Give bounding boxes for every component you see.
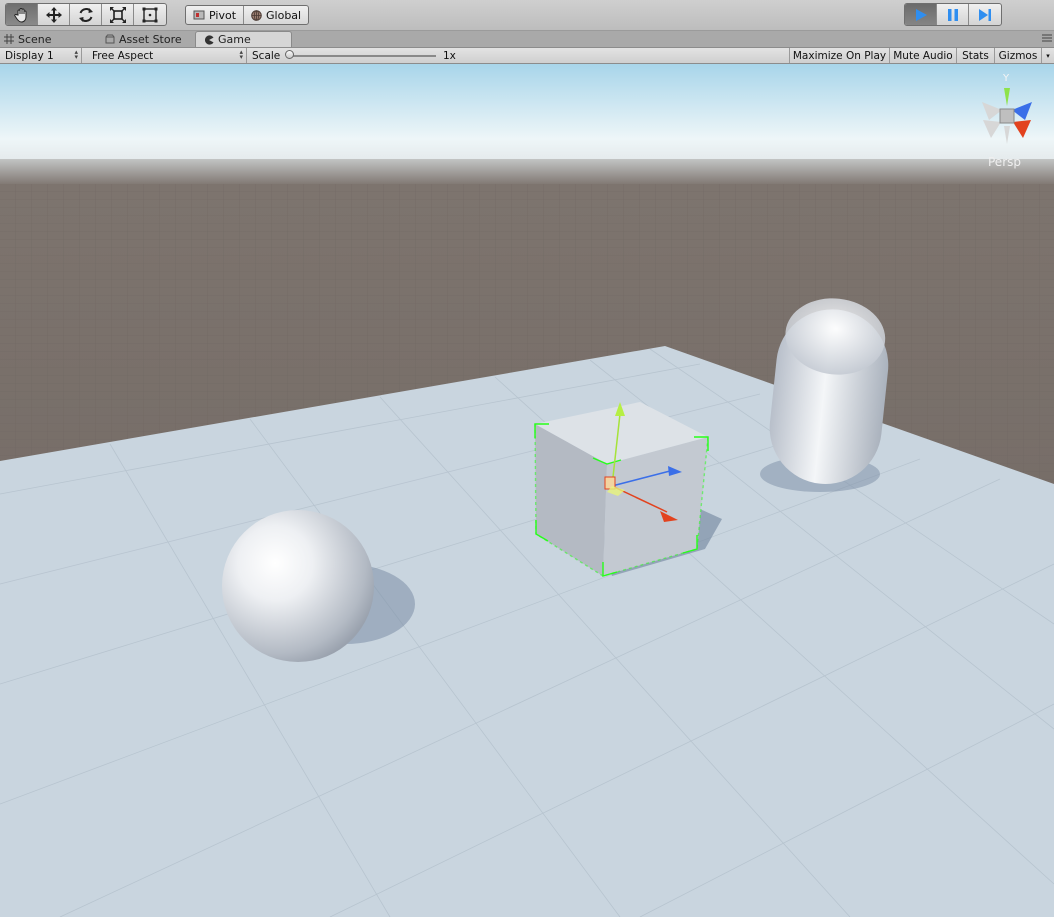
- stats-toggle[interactable]: Stats: [956, 48, 994, 63]
- rect-tool-icon: [142, 7, 158, 22]
- grid-icon: [4, 34, 14, 44]
- rect-tool-button[interactable]: [134, 4, 166, 25]
- gizmos-toggle[interactable]: Gizmos: [994, 48, 1041, 63]
- scale-slider-track[interactable]: [292, 55, 436, 57]
- mute-audio-label: Mute Audio: [893, 49, 953, 62]
- dropdown-arrows-icon: ▴ ▾: [239, 48, 243, 61]
- store-icon: [105, 34, 115, 44]
- editor-tab-bar: Scene Asset Store Game: [0, 31, 1054, 47]
- play-icon: [915, 8, 927, 21]
- scale-tool-icon: [109, 6, 126, 23]
- pivot-button[interactable]: Pivot: [186, 6, 245, 24]
- scene-render: Y: [0, 64, 1054, 917]
- aspect-value: Free Aspect: [92, 49, 154, 62]
- display-value: Display 1: [5, 49, 54, 62]
- tab-label: Asset Store: [119, 32, 182, 46]
- pause-button[interactable]: [937, 4, 969, 25]
- scale-slider-handle[interactable]: [285, 50, 294, 59]
- tab-asset-store[interactable]: Asset Store: [105, 31, 182, 47]
- stats-label: Stats: [962, 49, 989, 62]
- main-toolbar: Pivot Global: [0, 0, 1054, 31]
- scale-label: Scale: [252, 49, 281, 62]
- gizmos-dropdown[interactable]: ▾: [1041, 48, 1054, 63]
- game-view-controls: Display 1 ▴ ▾ Free Aspect ▴ ▾ Scale 1x Max…: [0, 47, 1054, 64]
- tab-label: Scene: [18, 32, 52, 46]
- pause-icon: [947, 8, 958, 21]
- playmode-controls: [904, 3, 1002, 26]
- pivot-label: Pivot: [209, 8, 237, 22]
- aspect-dropdown[interactable]: Free Aspect ▴ ▾: [87, 48, 247, 63]
- move-tool-button[interactable]: [38, 4, 70, 25]
- chevron-down-icon: ▾: [1046, 51, 1050, 60]
- move-tool-icon: [45, 6, 62, 23]
- sky: [0, 64, 1054, 164]
- sphere: [222, 510, 374, 662]
- hand-tool-button[interactable]: [6, 4, 38, 25]
- tab-scene[interactable]: Scene: [4, 31, 52, 47]
- pivot-icon: [193, 10, 205, 20]
- game-viewport[interactable]: Y Persp: [0, 64, 1054, 917]
- scale-value: 1x: [443, 49, 456, 62]
- maximize-on-play-label: Maximize On Play: [792, 49, 887, 62]
- gizmo-axis-label: Y: [1002, 73, 1010, 84]
- pacman-icon: [204, 34, 214, 45]
- step-button[interactable]: [969, 4, 1001, 25]
- mute-audio-toggle[interactable]: Mute Audio: [889, 48, 956, 63]
- hand-tool-icon: [13, 7, 26, 23]
- tab-menu-icon[interactable]: [1042, 34, 1052, 42]
- globe-icon: [251, 9, 262, 21]
- step-icon: [979, 8, 991, 21]
- global-label: Global: [266, 8, 302, 22]
- play-button[interactable]: [905, 4, 937, 25]
- dropdown-arrows-icon: ▴ ▾: [74, 48, 78, 61]
- pivot-global-toggles: Pivot Global: [185, 5, 310, 25]
- gizmos-label: Gizmos: [998, 49, 1038, 62]
- tab-label: Game: [218, 33, 251, 46]
- scale-tool-button[interactable]: [102, 4, 134, 25]
- maximize-on-play-toggle[interactable]: Maximize On Play: [789, 48, 889, 63]
- tab-game[interactable]: Game: [195, 31, 292, 47]
- global-button[interactable]: Global: [244, 6, 308, 24]
- display-dropdown[interactable]: Display 1 ▴ ▾: [0, 48, 82, 63]
- transform-tools: [5, 3, 167, 26]
- rotate-tool-button[interactable]: [70, 4, 102, 25]
- horizon-haze: [0, 159, 1054, 187]
- rotate-tool-icon: [78, 7, 93, 22]
- projection-label[interactable]: Persp: [988, 155, 1021, 169]
